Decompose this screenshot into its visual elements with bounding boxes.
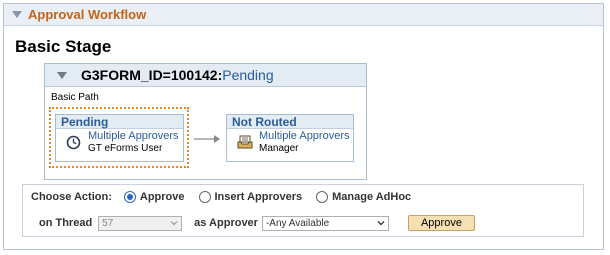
radio-insert-approvers[interactable]: Insert Approvers	[198, 191, 303, 203]
thread-select[interactable]: 57	[98, 215, 183, 231]
thread-select-value: 57	[102, 217, 114, 229]
step-approver-role: GT eForms User	[88, 143, 163, 154]
radio-manage-adhoc-control[interactable]	[316, 191, 329, 203]
inbox-tray-icon	[237, 135, 253, 154]
collapse-triangle-icon[interactable]	[12, 11, 22, 18]
approver-label: as Approver	[194, 217, 258, 229]
section-title[interactable]: Approval Workflow	[28, 7, 146, 22]
step-approver-role: Manager	[259, 143, 299, 154]
approval-workflow-panel: Approval Workflow Basic Stage G3FORM_ID=…	[3, 3, 604, 250]
radio-insert-approvers-label[interactable]: Insert Approvers	[215, 191, 303, 203]
path-id: G3FORM_ID=100142:	[81, 67, 223, 83]
approve-button[interactable]: Approve	[407, 215, 475, 231]
radio-approve-control[interactable]	[123, 191, 136, 203]
step-approvers-link[interactable]: Multiple Approvers	[259, 130, 350, 142]
chevron-down-icon	[170, 221, 178, 226]
path-box: G3FORM_ID=100142: Pending Basic Path Pen…	[44, 63, 367, 180]
step-status: Pending	[56, 115, 183, 129]
radio-insert-approvers-control[interactable]	[198, 191, 211, 203]
stage-title: Basic Stage	[15, 37, 112, 56]
step-not-routed: Not Routed Multiple Approvers Manager	[226, 114, 354, 162]
step-approvers-link[interactable]: Multiple Approvers	[88, 130, 179, 142]
step-pending: Pending Multiple Approvers GT eForms Use…	[55, 114, 184, 162]
clock-icon	[66, 135, 81, 155]
approver-select-value: -Any Available	[265, 217, 330, 229]
radio-manage-adhoc[interactable]: Manage AdHoc	[316, 191, 411, 203]
chevron-down-icon	[377, 221, 385, 226]
radio-manage-adhoc-label[interactable]: Manage AdHoc	[332, 191, 411, 203]
step-status: Not Routed	[227, 115, 353, 129]
radio-approve-label[interactable]: Approve	[140, 191, 185, 203]
choose-action-label: Choose Action:	[31, 191, 112, 203]
path-status: Pending	[222, 67, 274, 83]
arrow-right-icon	[194, 135, 220, 143]
collapse-triangle-icon[interactable]	[57, 71, 67, 79]
action-box: Choose Action: Approve Insert Approvers …	[22, 184, 584, 237]
section-header[interactable]: Approval Workflow	[4, 4, 603, 26]
radio-approve[interactable]: Approve	[123, 191, 185, 203]
approver-select[interactable]: -Any Available	[261, 215, 389, 231]
path-label: Basic Path	[51, 92, 99, 103]
path-header[interactable]: G3FORM_ID=100142: Pending	[45, 64, 366, 87]
thread-label: on Thread	[39, 217, 93, 229]
